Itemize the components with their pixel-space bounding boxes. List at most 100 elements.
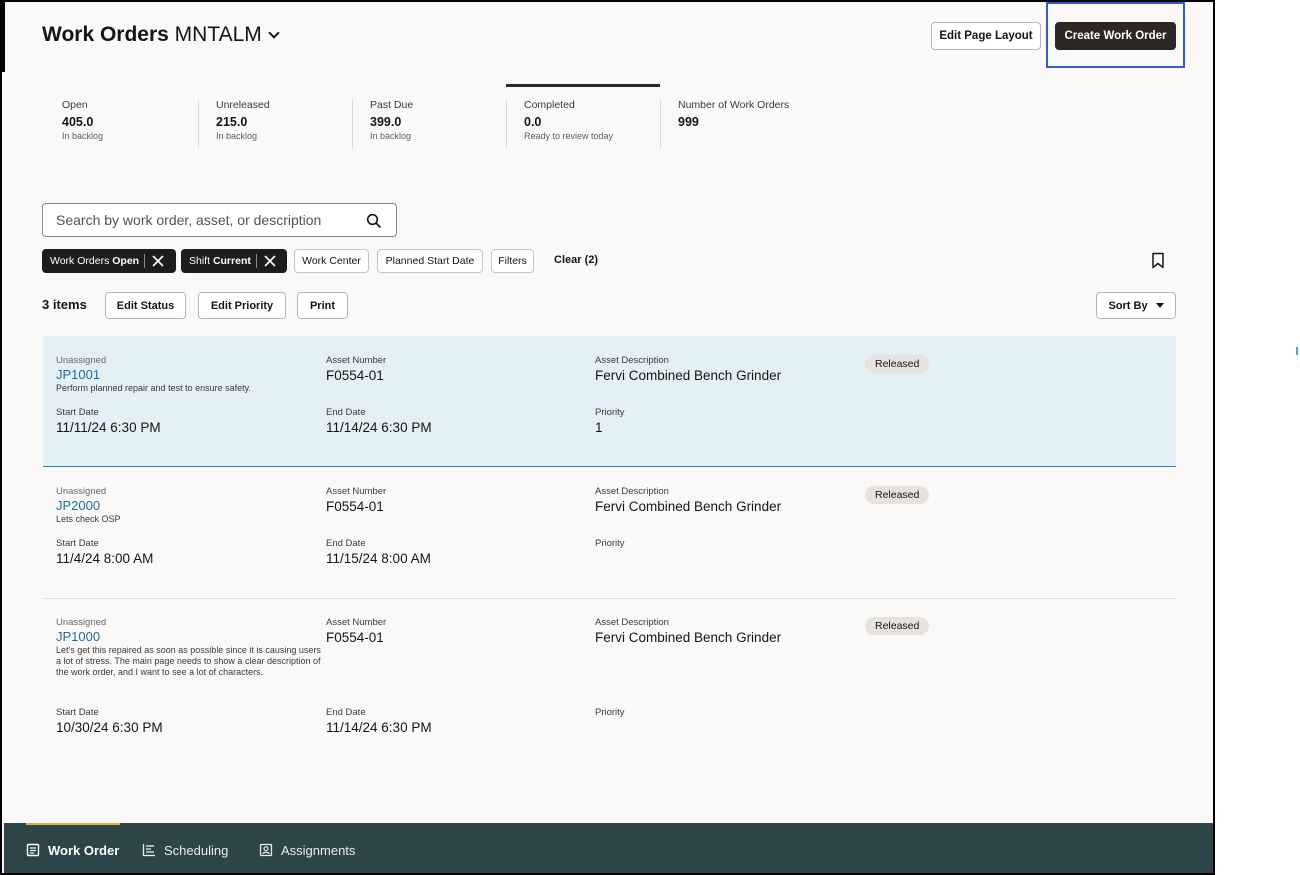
- assignee: Unassigned: [56, 486, 107, 497]
- summary-value: 999: [678, 115, 699, 129]
- field-label: Asset Number: [326, 355, 387, 366]
- app-frame: Work Orders MNTALM Edit Page Layout Crea…: [0, 0, 1215, 875]
- summary-label: Open: [62, 99, 88, 111]
- filter-planned-start-date[interactable]: Planned Start Date: [377, 249, 483, 273]
- focus-highlight: [1046, 2, 1185, 68]
- field-value: F0554-01: [326, 368, 384, 383]
- edit-priority-button[interactable]: Edit Priority: [198, 292, 286, 319]
- start-date-field: Start Date 11/11/24 6:30 PM: [56, 407, 161, 436]
- clear-filters-link[interactable]: Clear (2): [554, 254, 598, 266]
- schedule-list-icon: [142, 844, 155, 857]
- filter-chip-work-orders[interactable]: Work Orders Open: [42, 249, 176, 273]
- work-order-summary: Unassigned JP2000 Lets check OSP: [56, 486, 326, 525]
- asset-description-field: Asset Description Fervi Combined Bench G…: [595, 355, 781, 384]
- sort-by-dropdown[interactable]: Sort By: [1096, 292, 1176, 319]
- assignment-person-icon: [259, 843, 273, 857]
- priority-field: Priority: [595, 538, 625, 550]
- asset-number-field: Asset Number F0554-01: [326, 486, 386, 515]
- end-date-field: End Date 11/14/24 6:30 PM: [326, 707, 432, 736]
- summary-active-indicator: [506, 84, 660, 87]
- priority-field: Priority: [595, 707, 625, 719]
- bottom-navigation: Work Order Scheduling Assignments: [4, 823, 1213, 873]
- page-title[interactable]: Work Orders MNTALM: [42, 22, 280, 48]
- asset-number-field: Asset Number F0554-01: [326, 355, 386, 384]
- end-date-field: End Date 11/15/24 8:00 AM: [326, 538, 431, 567]
- priority-field: Priority 1: [595, 407, 625, 436]
- status-badge: Released: [865, 355, 930, 373]
- work-order-card[interactable]: Unassigned JP1000 Let's get this repaire…: [43, 600, 1176, 770]
- work-order-card[interactable]: Unassigned JP2000 Lets check OSP Asset N…: [43, 468, 1176, 599]
- assignee: Unassigned: [56, 355, 107, 366]
- print-button[interactable]: Print: [297, 292, 348, 319]
- summary-open[interactable]: Open 405.0 In backlog: [62, 99, 212, 149]
- nav-label: Work Order: [48, 842, 120, 858]
- field-label: Priority: [595, 707, 625, 718]
- summary-label: Unreleased: [216, 99, 270, 111]
- work-order-summary: Unassigned JP1001 Perform planned repair…: [56, 355, 326, 394]
- field-value: 11/11/24 6:30 PM: [56, 420, 161, 435]
- summary-sub: In backlog: [370, 131, 412, 141]
- chevron-down-icon[interactable]: [268, 27, 280, 39]
- nav-scheduling[interactable]: Scheduling: [142, 840, 228, 860]
- nav-label: Scheduling: [164, 842, 229, 858]
- field-value: Fervi Combined Bench Grinder: [595, 499, 782, 514]
- sort-by-label: Sort By: [1108, 299, 1148, 312]
- field-label: Asset Number: [326, 617, 387, 628]
- edit-page-layout-button[interactable]: Edit Page Layout: [931, 22, 1041, 50]
- chip-label: Work Orders Open: [50, 255, 140, 267]
- summary-divider: [198, 100, 199, 148]
- work-order-card[interactable]: Unassigned JP1001 Perform planned repair…: [43, 336, 1176, 467]
- nav-label: Assignments: [281, 842, 356, 858]
- edit-status-button[interactable]: Edit Status: [105, 292, 186, 319]
- work-order-description: Let's get this repaired as soon as possi…: [56, 645, 321, 677]
- filter-chip-shift[interactable]: Shift Current: [181, 249, 287, 273]
- summary-sub: Ready to review today: [524, 131, 614, 141]
- filters-button[interactable]: Filters: [491, 249, 534, 273]
- items-count: 3 items: [42, 297, 87, 312]
- field-value: 10/30/24 6:30 PM: [56, 720, 163, 735]
- summary-divider: [506, 100, 507, 148]
- nav-work-order[interactable]: Work Order: [26, 840, 119, 860]
- field-value: F0554-01: [326, 630, 384, 645]
- assignee: Unassigned: [56, 617, 107, 628]
- summary-number-of-work-orders[interactable]: Number of Work Orders 999: [678, 99, 828, 149]
- summary-value: 215.0: [216, 115, 248, 129]
- field-label: Priority: [595, 538, 625, 549]
- summary-value: 0.0: [524, 115, 542, 129]
- summary-past-due[interactable]: Past Due 399.0 In backlog: [370, 99, 520, 149]
- work-order-link[interactable]: JP1001: [56, 367, 326, 383]
- asset-number-field: Asset Number F0554-01: [326, 617, 386, 646]
- close-icon[interactable]: [150, 253, 166, 269]
- work-order-link[interactable]: JP2000: [56, 498, 326, 514]
- org-selector[interactable]: MNTALM: [175, 23, 262, 46]
- active-tab-indicator: [26, 823, 120, 825]
- summary-value: 399.0: [370, 115, 402, 129]
- summary-label: Past Due: [370, 99, 414, 111]
- field-value: Fervi Combined Bench Grinder: [595, 630, 782, 645]
- filter-work-center[interactable]: Work Center: [294, 249, 369, 273]
- field-label: End Date: [326, 538, 366, 549]
- field-label: End Date: [326, 407, 366, 418]
- bookmark-icon[interactable]: [1151, 252, 1165, 269]
- end-date-field: End Date 11/14/24 6:30 PM: [326, 407, 432, 436]
- field-value: 11/4/24 8:00 AM: [56, 551, 154, 566]
- chip-separator: [255, 254, 257, 268]
- page-title-text: Work Orders: [42, 23, 169, 46]
- summary-sub: In backlog: [62, 131, 104, 141]
- field-value: 11/14/24 6:30 PM: [326, 720, 432, 735]
- chip-label: Shift Current: [189, 255, 251, 267]
- search-input[interactable]: [56, 210, 356, 230]
- search-box[interactable]: [42, 203, 397, 237]
- summary-completed[interactable]: Completed 0.0 Ready to review today: [524, 99, 674, 149]
- field-label: Start Date: [56, 407, 99, 418]
- work-order-summary: Unassigned JP1000 Let's get this repaire…: [56, 617, 326, 678]
- close-icon[interactable]: [262, 253, 278, 269]
- summary-sub: In backlog: [216, 131, 258, 141]
- summary-label: Number of Work Orders: [678, 99, 790, 111]
- asset-description-field: Asset Description Fervi Combined Bench G…: [595, 617, 781, 646]
- field-value: F0554-01: [326, 499, 384, 514]
- search-icon[interactable]: [366, 213, 382, 229]
- nav-assignments[interactable]: Assignments: [259, 840, 355, 860]
- work-order-link[interactable]: JP1000: [56, 629, 326, 645]
- summary-unreleased[interactable]: Unreleased 215.0 In backlog: [216, 99, 366, 149]
